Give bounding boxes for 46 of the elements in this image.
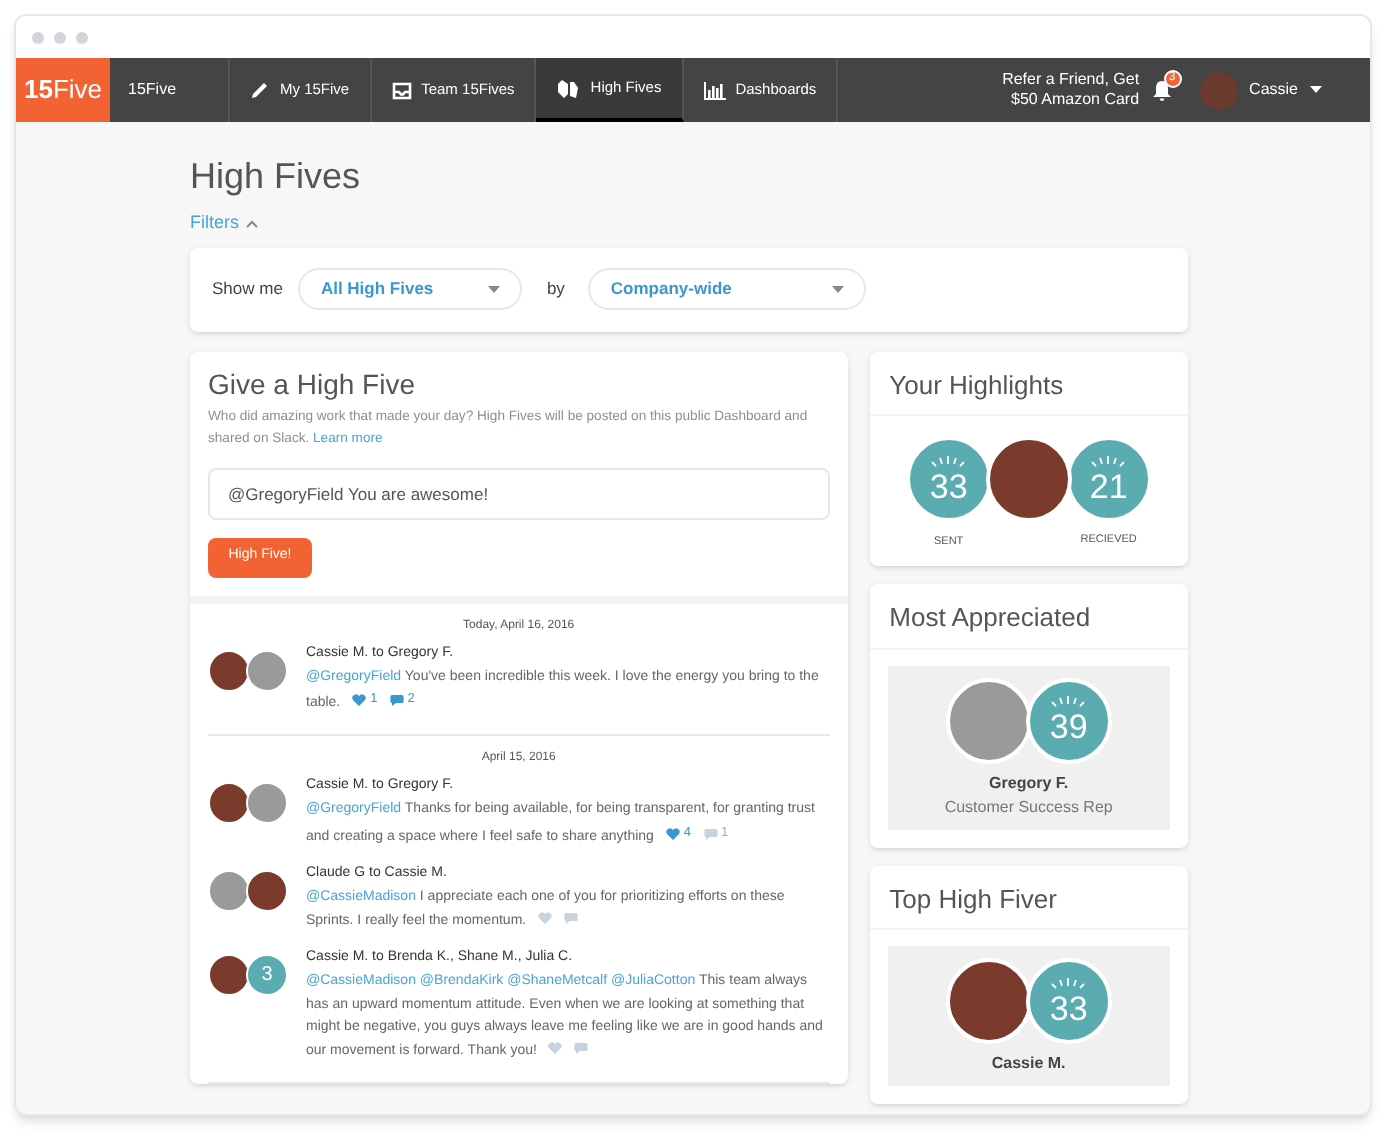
count-number: 39 (1049, 710, 1088, 745)
card-title: Your Highlights (869, 351, 1188, 416)
caret-down-icon[interactable] (1310, 86, 1322, 94)
card-title: Top High Fiver (869, 865, 1188, 931)
person-role: Customer Success Rep (944, 795, 1113, 820)
filter-label: Show me (212, 276, 283, 302)
avatar (1199, 71, 1238, 109)
count-number: 33 (1049, 991, 1088, 1026)
card-title: Give a High Five (208, 367, 417, 401)
caret-down-icon (832, 285, 845, 293)
bell-icon[interactable] (1151, 79, 1172, 101)
caret-down-icon (488, 285, 501, 293)
count-number: 21 (1089, 469, 1128, 503)
user-name[interactable]: Cassie (1249, 78, 1298, 102)
person-name: Gregory F. (989, 771, 1069, 796)
avatar (208, 649, 250, 691)
nav-link[interactable]: 15Five (110, 58, 230, 122)
count-number: 33 (929, 469, 968, 503)
sparkle-rays-icon (1086, 455, 1131, 469)
card-title: Most Appreciated (869, 584, 1188, 650)
avatar (246, 649, 288, 691)
filters-toggle[interactable]: Filters (190, 210, 257, 237)
dropdown[interactable]: All High Fives (298, 268, 523, 310)
chevron-up-icon (245, 219, 257, 228)
pencil-icon (250, 80, 270, 100)
avatar (246, 870, 288, 912)
filter-label: by (546, 276, 565, 302)
dropdown[interactable]: Company-wide (588, 268, 867, 310)
referral-link[interactable]: Refer a Friend, Get $50 Amazon Card (1002, 58, 1140, 122)
logo[interactable]: 15Five (16, 58, 110, 122)
avatar (246, 782, 288, 825)
page-title: High Fives (190, 154, 361, 198)
avatar (208, 782, 250, 825)
bar-chart-icon (703, 81, 726, 99)
sparkle-rays-icon (1046, 977, 1091, 992)
heart-icon[interactable] (665, 827, 680, 839)
recipient-count: 3 (246, 954, 288, 996)
avatar (208, 870, 250, 912)
sparkle-rays-icon (926, 455, 971, 469)
avatar (208, 954, 250, 996)
comment-icon[interactable] (389, 693, 404, 706)
heart-icon[interactable] (352, 693, 367, 706)
sparkle-rays-icon (1046, 696, 1091, 711)
message-field[interactable]: @GregoryField You are awesome! (208, 467, 830, 519)
person-name: Cassie M. (991, 1052, 1066, 1077)
inbox-icon (391, 81, 412, 99)
